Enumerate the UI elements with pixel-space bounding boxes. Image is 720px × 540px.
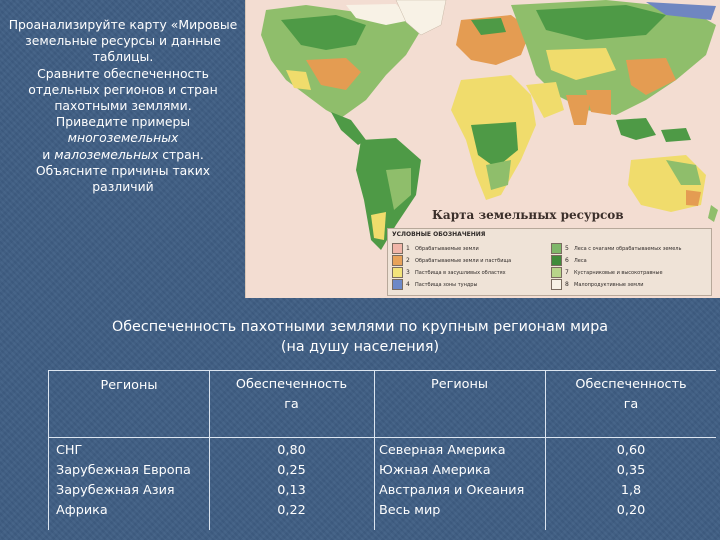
region-name: Африка bbox=[56, 503, 108, 518]
column-header-line: Обеспеченность bbox=[235, 377, 348, 392]
region-name: Зарубежная Азия bbox=[56, 483, 175, 498]
task-line: Приведите примеры bbox=[55, 114, 191, 130]
legend-number: 5 bbox=[565, 245, 569, 252]
arable-land-table: Регионы Обеспеченность га Регионы Обеспе… bbox=[48, 370, 716, 530]
task-line: земельные ресурсы и данные bbox=[25, 33, 221, 49]
legend-label: Пастбища зоны тундры bbox=[415, 281, 478, 288]
map-title: Карта земельных ресурсов bbox=[432, 208, 624, 222]
legend-label: Обрабатываемые земли и пастбища bbox=[415, 257, 512, 264]
region-value: 0,35 bbox=[616, 463, 646, 478]
legend-swatch bbox=[392, 243, 403, 254]
task-line: таблицы. bbox=[92, 49, 154, 65]
legend-swatch bbox=[392, 279, 403, 290]
legend-number: 4 bbox=[406, 281, 410, 288]
header-divider bbox=[49, 437, 716, 438]
legend-swatch bbox=[392, 255, 403, 266]
legend-label: Леса с очагами обрабатываемых земель bbox=[574, 245, 682, 252]
region-value: 0,22 bbox=[277, 503, 306, 518]
legend-item: 4 Пастбища зоны тундры bbox=[392, 279, 477, 290]
table-title-line: Обеспеченность пахотными землями по круп… bbox=[111, 319, 609, 335]
value-column: 0,60 0,35 1,8 0,20 bbox=[545, 441, 717, 521]
column-header: Регионы bbox=[100, 378, 158, 393]
task-instructions: Проанализируйте карту «Мировые земельные… bbox=[4, 17, 242, 195]
legend-item: 1 Обрабатываемые земли bbox=[392, 243, 479, 254]
column-header-line: га bbox=[623, 397, 639, 412]
region-name: Австралия и Океания bbox=[379, 483, 525, 498]
region-value: 0,25 bbox=[277, 463, 306, 478]
region-value: 0,60 bbox=[616, 443, 646, 458]
legend-number: 8 bbox=[565, 281, 569, 288]
column-header-line: га bbox=[284, 397, 299, 412]
task-line: различий bbox=[92, 179, 154, 195]
task-line: пахотными землями. bbox=[54, 98, 192, 114]
legend-item: 5 Леса с очагами обрабатываемых земель bbox=[551, 243, 681, 254]
region-value: 0,13 bbox=[277, 483, 306, 498]
region-name: Южная Америка bbox=[379, 463, 491, 478]
region-value: 0,20 bbox=[616, 503, 646, 518]
legend-label: Обрабатываемые земли bbox=[415, 245, 479, 252]
column-header-line: Обеспеченность bbox=[575, 377, 687, 392]
region-value: 0,80 bbox=[277, 443, 306, 458]
legend-item: 7 Кустарниковые и высокотравные bbox=[551, 267, 663, 278]
task-line-italic: многоземельных bbox=[67, 130, 179, 146]
column-header: Обеспеченность га bbox=[209, 375, 374, 415]
legend-label: Пастбища в засушливых областях bbox=[415, 269, 506, 276]
task-line: Объясните причины таких bbox=[35, 162, 211, 178]
legend-label: Кустарниковые и высокотравные bbox=[574, 269, 663, 276]
legend-label: Малопродуктивные земли bbox=[574, 281, 644, 288]
region-name: Зарубежная Европа bbox=[56, 463, 191, 478]
legend-label: Леса bbox=[574, 257, 587, 264]
task-italic: малоземельных bbox=[54, 146, 159, 162]
task-line-mixed: и малоземельных стран. bbox=[4, 147, 242, 163]
task-line: Сравните обеспеченность bbox=[37, 65, 209, 81]
map-legend: УСЛОВНЫЕ ОБОЗНАЧЕНИЯ 1 Обрабатываемые зе… bbox=[387, 228, 712, 296]
legend-heading: УСЛОВНЫЕ ОБОЗНАЧЕНИЯ bbox=[392, 231, 486, 238]
legend-swatch bbox=[551, 255, 562, 266]
legend-number: 6 bbox=[565, 257, 569, 264]
task-line: отдельных регионов и стран bbox=[28, 81, 218, 97]
legend-item: 3 Пастбища в засушливых областях bbox=[392, 267, 506, 278]
legend-number: 2 bbox=[406, 257, 410, 264]
region-column: Северная Америка Южная Америка Австралия… bbox=[379, 441, 544, 521]
table-title-line: (на душу населения) bbox=[280, 339, 440, 355]
task-text: стран. bbox=[158, 146, 204, 162]
land-resources-map: Карта земельных ресурсов УСЛОВНЫЕ ОБОЗНА… bbox=[245, 0, 720, 298]
value-column: 0,80 0,25 0,13 0,22 bbox=[209, 441, 374, 521]
column-header: Обеспеченность га bbox=[545, 375, 717, 415]
region-value: 1,8 bbox=[620, 483, 642, 498]
legend-number: 1 bbox=[406, 245, 410, 252]
table-title: Обеспеченность пахотными землями по круп… bbox=[0, 317, 720, 357]
task-line: Проанализируйте карту «Мировые bbox=[8, 17, 238, 32]
legend-number: 3 bbox=[406, 269, 410, 276]
legend-item: 6 Леса bbox=[551, 255, 587, 266]
legend-swatch bbox=[551, 267, 562, 278]
region-name: Северная Америка bbox=[379, 443, 506, 458]
task-text: и bbox=[42, 146, 55, 162]
column-header: Регионы bbox=[431, 377, 488, 392]
region-column: СНГ Зарубежная Европа Зарубежная Азия Аф… bbox=[56, 441, 206, 521]
legend-swatch bbox=[551, 243, 562, 254]
legend-item: 2 Обрабатываемые земли и пастбища bbox=[392, 255, 511, 266]
legend-swatch bbox=[392, 267, 403, 278]
region-name: СНГ bbox=[56, 443, 83, 458]
legend-number: 7 bbox=[565, 269, 569, 276]
legend-swatch bbox=[551, 279, 562, 290]
legend-item: 8 Малопродуктивные земли bbox=[551, 279, 644, 290]
region-name: Весь мир bbox=[379, 503, 441, 518]
